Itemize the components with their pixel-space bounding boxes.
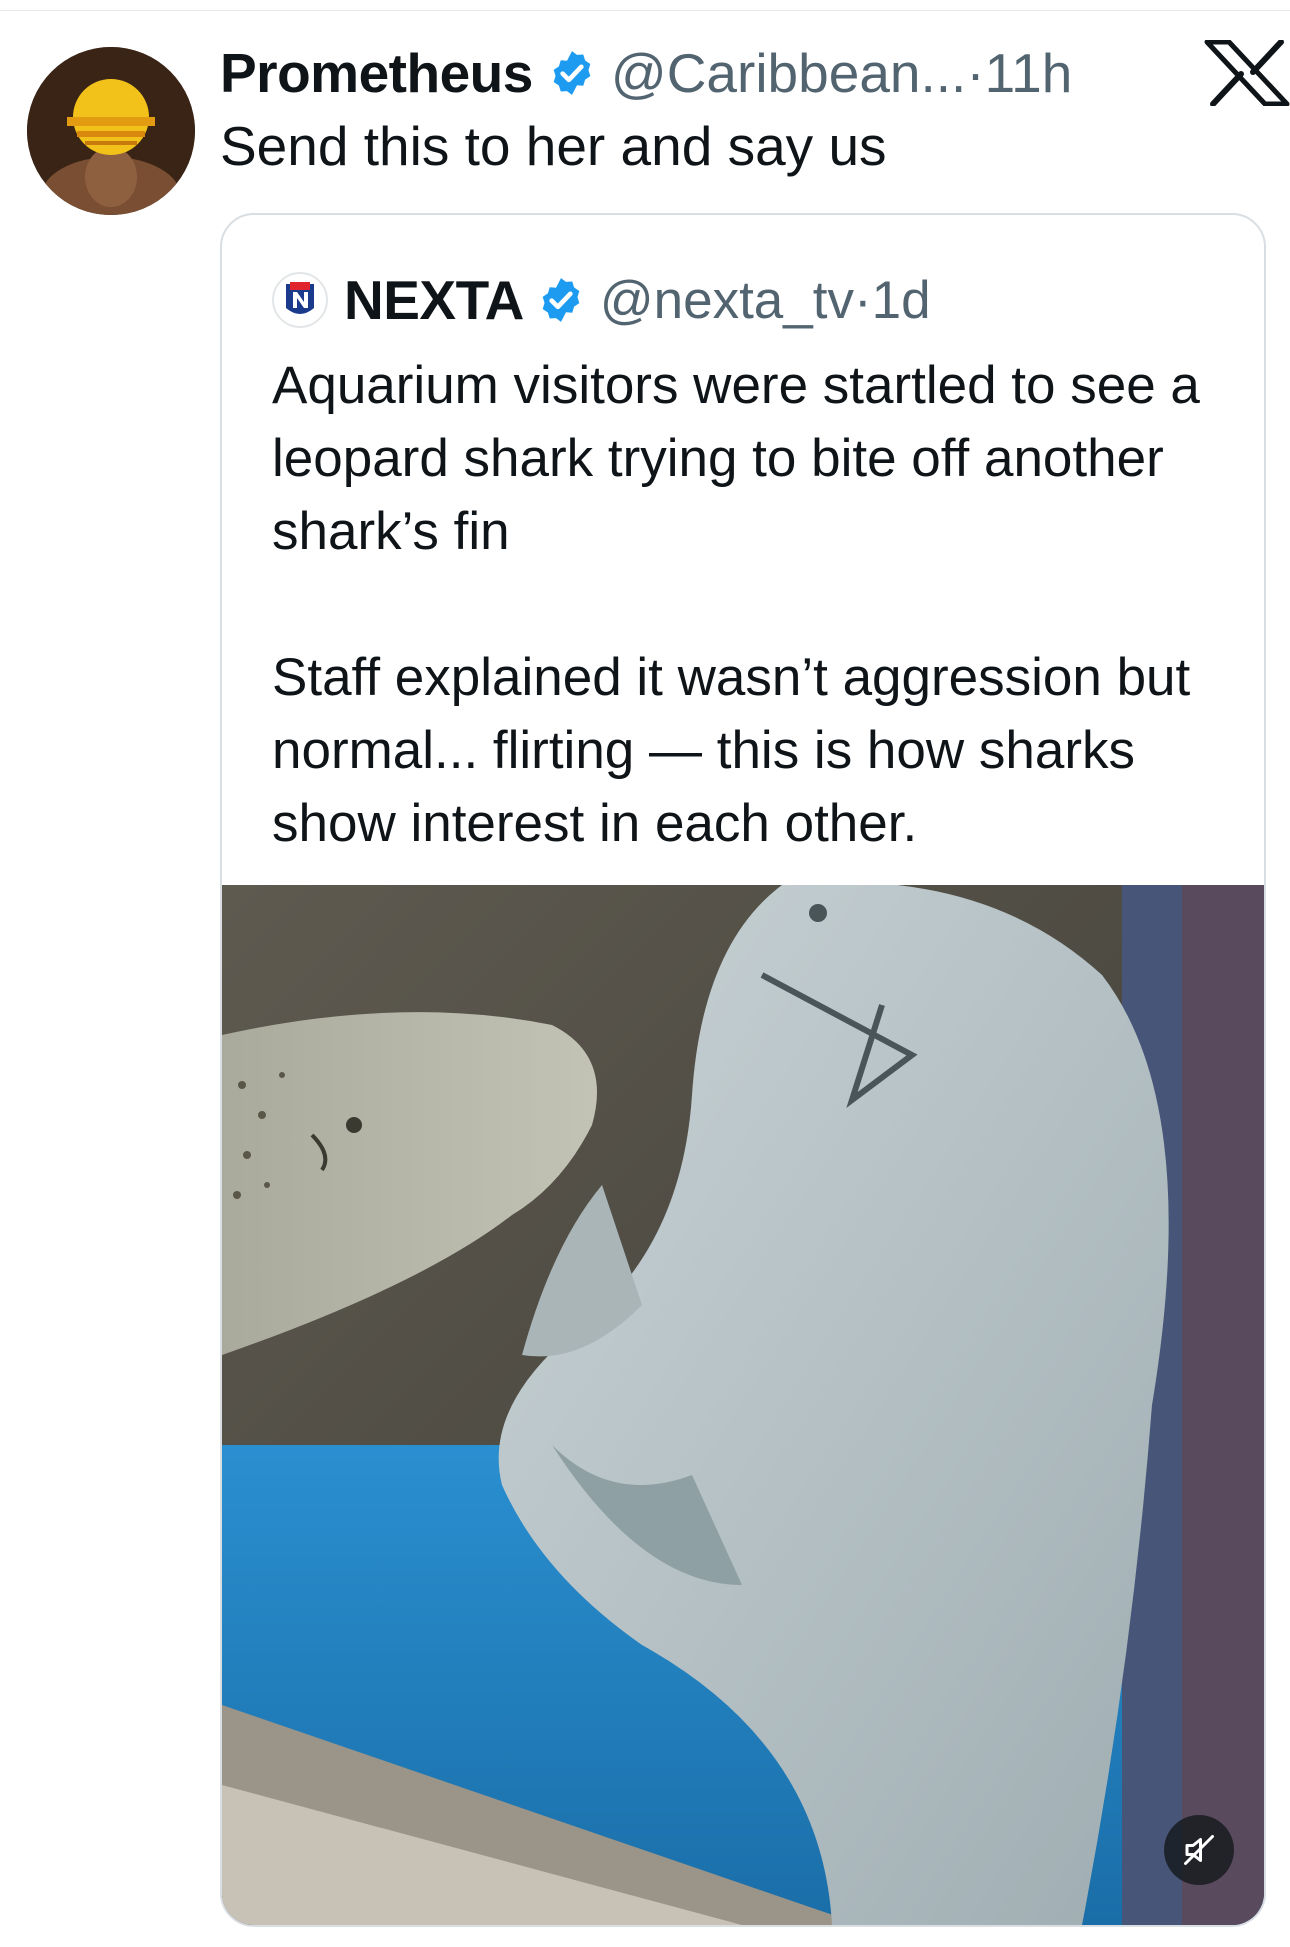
author-avatar[interactable] xyxy=(27,47,195,215)
quoted-handle-time[interactable]: @nexta_tv·1d xyxy=(600,270,931,331)
quoted-post-card[interactable]: NEXTA @nexta_tv·1d Aquarium visitors wer… xyxy=(220,213,1266,1927)
mute-button[interactable] xyxy=(1164,1815,1234,1885)
post-header: Prometheus @Caribbean...·11h xyxy=(220,38,1072,108)
verified-badge-icon xyxy=(542,278,580,322)
post-text: Send this to her and say us xyxy=(220,115,887,177)
top-divider xyxy=(0,0,1290,11)
video-media[interactable] xyxy=(222,885,1264,1925)
author-handle-time[interactable]: @Caribbean...·11h xyxy=(611,41,1072,105)
quoted-text: Aquarium visitors were startled to see a… xyxy=(272,356,1200,853)
sunset-avatar-image xyxy=(27,47,195,215)
shark-video-frame xyxy=(222,885,1264,1925)
quoted-author-name[interactable]: NEXTA xyxy=(344,268,524,332)
verified-badge-icon xyxy=(553,51,591,95)
nexta-logo-icon[interactable] xyxy=(272,272,328,328)
author-name[interactable]: Prometheus xyxy=(220,41,533,105)
x-logo-icon[interactable] xyxy=(1203,40,1290,106)
mute-icon xyxy=(1184,1835,1214,1865)
quoted-header: NEXTA @nexta_tv·1d xyxy=(272,263,931,337)
